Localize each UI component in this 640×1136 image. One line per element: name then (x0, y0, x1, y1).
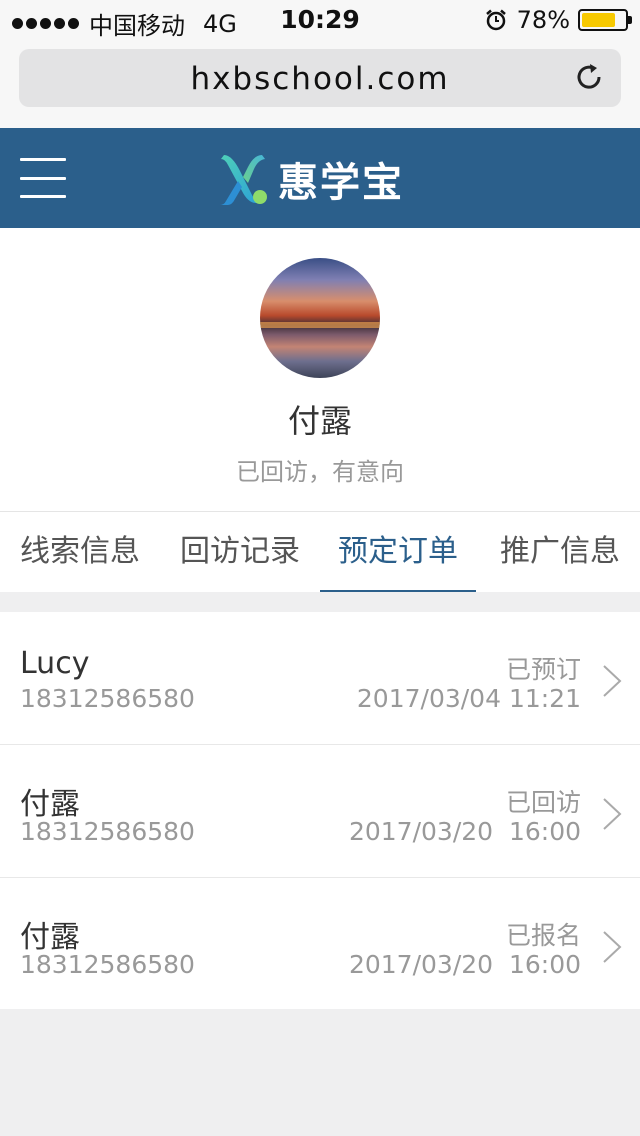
status-bar: 中国移动 4G 10:29 78% (0, 0, 640, 40)
item-datetime: 2017/03/20 16:00 (348, 950, 581, 979)
profile-name: 付露 (287, 402, 352, 440)
avatar (260, 258, 380, 378)
item-phone: 18312586580 (20, 817, 195, 846)
logo-text: 惠学宝 (278, 160, 404, 206)
tab-booking-orders[interactable]: 预定订单 (320, 512, 476, 592)
battery-percentage: 78% (516, 6, 570, 34)
battery-fill (582, 13, 615, 27)
item-name: Lucy (20, 646, 90, 681)
tab-bar: 线索信息 回访记录 预定订单 推广信息 (0, 511, 640, 592)
item-status: 已回访 (505, 788, 581, 817)
carrier-name: 中国移动 (89, 12, 185, 40)
item-phone: 18312586580 (20, 950, 195, 979)
item-datetime: 2017/03/04 11:21 (356, 684, 581, 713)
item-datetime: 2017/03/20 16:00 (348, 817, 581, 846)
status-left: 中国移动 4G (12, 6, 237, 41)
logo-mark-icon (220, 155, 267, 205)
status-right: 78% (485, 6, 632, 34)
reload-icon[interactable] (575, 63, 605, 93)
network-type: 4G (203, 9, 237, 38)
list-item[interactable]: 付露 18312586580 已回访 2017/03/20 16:00 (0, 745, 640, 878)
app-header: 惠学宝 (0, 128, 640, 228)
alarm-icon (485, 9, 506, 31)
item-status: 已预订 (505, 655, 581, 684)
url-text[interactable]: hxbschool.com (19, 61, 621, 97)
address-bar[interactable]: hxbschool.com (19, 49, 621, 107)
list-item[interactable]: 付露 18312586580 已报名 2017/03/20 16:00 (0, 878, 640, 1009)
order-list: Lucy 18312586580 已预订 2017/03/04 11:21 付露… (0, 612, 640, 1009)
tab-visit-records[interactable]: 回访记录 (160, 512, 320, 592)
list-item[interactable]: Lucy 18312586580 已预订 2017/03/04 11:21 (0, 612, 640, 745)
chevron-right-icon (603, 931, 622, 963)
item-status: 已报名 (505, 921, 581, 950)
profile-card: 付露 已回访，有意向 (0, 228, 640, 511)
battery-icon (578, 9, 632, 31)
browser-toolbar: hxbschool.com (0, 40, 640, 128)
tab-promotion-info[interactable]: 推广信息 (480, 512, 640, 592)
profile-status: 已回访，有意向 (236, 458, 404, 486)
chevron-right-icon (603, 665, 622, 697)
tab-lead-info[interactable]: 线索信息 (0, 512, 160, 592)
signal-strength-icon (12, 18, 79, 29)
chevron-right-icon (603, 798, 622, 830)
item-phone: 18312586580 (20, 684, 195, 713)
hamburger-menu-icon[interactable] (20, 158, 66, 198)
logo: 惠学宝 (218, 150, 404, 208)
